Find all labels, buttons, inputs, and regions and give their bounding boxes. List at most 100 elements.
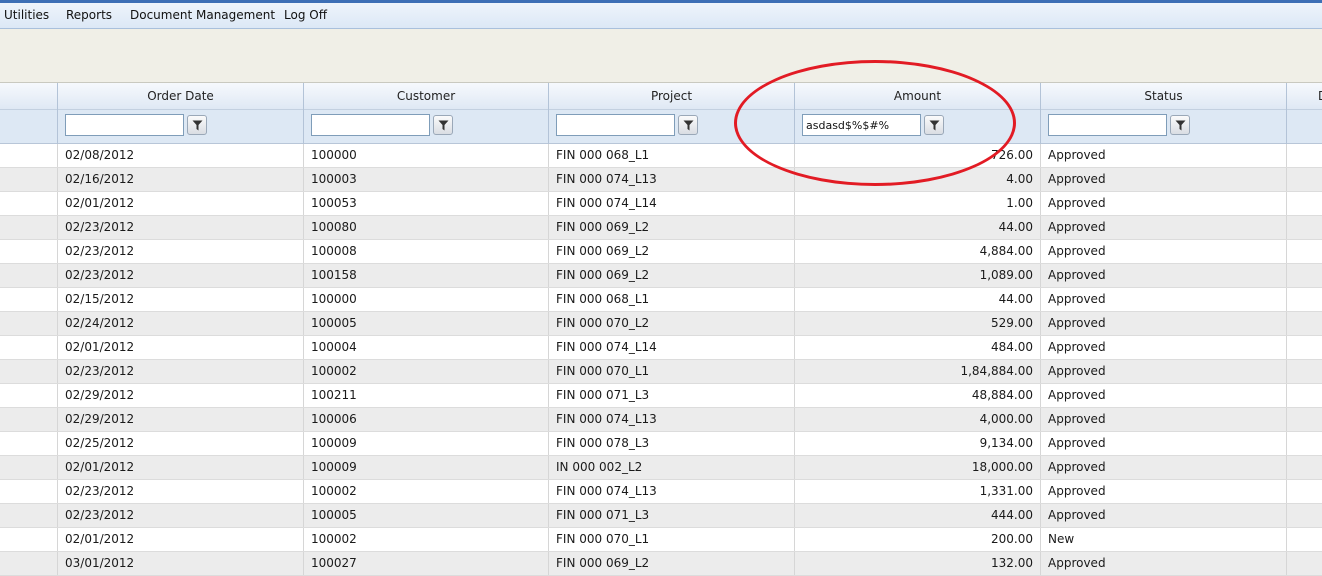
customer-cell: 100009 [303, 456, 548, 479]
table-row[interactable]: 02/29/2012 100006 FIN 000 074_L13 4,000.00 A… [0, 408, 1322, 432]
row-leading-cell [0, 192, 57, 215]
amount-cell: 4.00 [794, 168, 1040, 191]
project-filter-button[interactable] [678, 115, 698, 135]
column-header-customer[interactable]: Customer [303, 83, 548, 110]
customer-filter-button[interactable] [433, 115, 453, 135]
table-row[interactable]: 02/01/2012 100004 FIN 000 074_L14 484.00 App… [0, 336, 1322, 360]
amount-cell: 48,884.00 [794, 384, 1040, 407]
row-leading-cell [0, 504, 57, 527]
status-filter-button[interactable] [1170, 115, 1190, 135]
table-row[interactable]: 02/23/2012 100008 FIN 000 069_L2 4,884.00 Ap… [0, 240, 1322, 264]
row-leading-cell [0, 552, 57, 575]
column-header-amount[interactable]: Amount [794, 83, 1040, 110]
amount-cell: 1,84,884.00 [794, 360, 1040, 383]
table-row[interactable]: 02/23/2012 100080 FIN 000 069_L2 44.00 Appro… [0, 216, 1322, 240]
project-cell: FIN 000 069_L2 [548, 264, 794, 287]
project-cell: IN 000 002_L2 [548, 456, 794, 479]
customer-filter-input[interactable] [311, 114, 430, 136]
filter-cell-status [1040, 110, 1286, 144]
order-date-cell: 03/01/2012 [57, 552, 303, 575]
order-date-cell: 02/23/2012 [57, 360, 303, 383]
project-filter-input[interactable] [556, 114, 675, 136]
row-trailing-cell [1286, 456, 1322, 479]
project-cell: FIN 000 068_L1 [548, 144, 794, 167]
order-date-cell: 02/01/2012 [57, 456, 303, 479]
customer-cell: 100006 [303, 408, 548, 431]
order-date-cell: 02/01/2012 [57, 336, 303, 359]
row-leading-cell [0, 144, 57, 167]
customer-cell: 100004 [303, 336, 548, 359]
amount-filter-input[interactable] [802, 114, 921, 136]
filter-cell-leading [0, 110, 57, 144]
amount-filter-button[interactable] [924, 115, 944, 135]
status-cell: Approved [1040, 384, 1286, 407]
table-row[interactable]: 02/24/2012 100005 FIN 000 070_L2 529.00 Appr… [0, 312, 1322, 336]
order-date-cell: 02/08/2012 [57, 144, 303, 167]
table-row[interactable]: 02/01/2012 100009 IN 000 002_L2 18,000.00 Ap… [0, 456, 1322, 480]
status-cell: Approved [1040, 168, 1286, 191]
grid-body: 02/08/2012 100000 FIN 000 068_L1 726.00 Appr… [0, 144, 1322, 576]
status-cell: Approved [1040, 552, 1286, 575]
column-header-project[interactable]: Project [548, 83, 794, 110]
row-trailing-cell [1286, 216, 1322, 239]
row-trailing-cell [1286, 384, 1322, 407]
table-row[interactable]: 02/23/2012 100002 FIN 000 074_L13 1,331.00 A… [0, 480, 1322, 504]
customer-cell: 100009 [303, 432, 548, 455]
customer-cell: 100158 [303, 264, 548, 287]
customer-cell: 100005 [303, 312, 548, 335]
column-header-next[interactable]: D [1286, 83, 1322, 110]
status-cell: Approved [1040, 192, 1286, 215]
order-date-cell: 02/01/2012 [57, 192, 303, 215]
amount-cell: 44.00 [794, 216, 1040, 239]
customer-cell: 100080 [303, 216, 548, 239]
order-date-filter-button[interactable] [187, 115, 207, 135]
menu-log-off[interactable]: Log Off [284, 8, 327, 22]
status-cell: Approved [1040, 288, 1286, 311]
amount-cell: 9,134.00 [794, 432, 1040, 455]
project-cell: FIN 000 070_L2 [548, 312, 794, 335]
grid-header-row: Order Date Customer Project Amount Statu… [0, 83, 1322, 110]
grid-filter-row [0, 110, 1322, 144]
row-trailing-cell [1286, 552, 1322, 575]
order-date-cell: 02/16/2012 [57, 168, 303, 191]
project-cell: FIN 000 069_L2 [548, 240, 794, 263]
row-leading-cell [0, 432, 57, 455]
project-cell: FIN 000 074_L14 [548, 336, 794, 359]
order-date-filter-input[interactable] [65, 114, 184, 136]
table-row[interactable]: 02/01/2012 100002 FIN 000 070_L1 200.00 New [0, 528, 1322, 552]
table-row[interactable]: 02/16/2012 100003 FIN 000 074_L13 4.00 Appro… [0, 168, 1322, 192]
column-header-order-date[interactable]: Order Date [57, 83, 303, 110]
table-row[interactable]: 02/23/2012 100005 FIN 000 071_L3 444.00 Appr… [0, 504, 1322, 528]
row-trailing-cell [1286, 168, 1322, 191]
row-trailing-cell [1286, 264, 1322, 287]
status-cell: Approved [1040, 504, 1286, 527]
table-row[interactable]: 02/08/2012 100000 FIN 000 068_L1 726.00 Appr… [0, 144, 1322, 168]
status-cell: Approved [1040, 432, 1286, 455]
order-date-cell: 02/15/2012 [57, 288, 303, 311]
table-row[interactable]: 02/23/2012 100158 FIN 000 069_L2 1,089.00 Ap… [0, 264, 1322, 288]
table-row[interactable]: 02/15/2012 100000 FIN 000 068_L1 44.00 Appro… [0, 288, 1322, 312]
menu-utilities[interactable]: Utilities [4, 8, 49, 22]
table-row[interactable]: 02/25/2012 100009 FIN 000 078_L3 9,134.00 Ap… [0, 432, 1322, 456]
order-date-cell: 02/23/2012 [57, 480, 303, 503]
menu-document-management[interactable]: Document Management [130, 8, 275, 22]
row-leading-cell [0, 240, 57, 263]
amount-cell: 132.00 [794, 552, 1040, 575]
table-row[interactable]: 02/29/2012 100211 FIN 000 071_L3 48,884.00 A… [0, 384, 1322, 408]
project-cell: FIN 000 074_L13 [548, 480, 794, 503]
column-header-leading[interactable] [0, 83, 57, 110]
amount-cell: 18,000.00 [794, 456, 1040, 479]
table-row[interactable]: 02/23/2012 100002 FIN 000 070_L1 1,84,884.0… [0, 360, 1322, 384]
column-header-status[interactable]: Status [1040, 83, 1286, 110]
amount-cell: 726.00 [794, 144, 1040, 167]
row-trailing-cell [1286, 480, 1322, 503]
amount-cell: 444.00 [794, 504, 1040, 527]
menu-reports[interactable]: Reports [66, 8, 112, 22]
status-filter-input[interactable] [1048, 114, 1167, 136]
table-row[interactable]: 03/01/2012 100027 FIN 000 069_L2 132.00 Appr… [0, 552, 1322, 576]
table-row[interactable]: 02/01/2012 100053 FIN 000 074_L14 1.00 Appro… [0, 192, 1322, 216]
row-leading-cell [0, 480, 57, 503]
filter-cell-amount [794, 110, 1040, 144]
customer-cell: 100000 [303, 144, 548, 167]
order-date-cell: 02/23/2012 [57, 240, 303, 263]
